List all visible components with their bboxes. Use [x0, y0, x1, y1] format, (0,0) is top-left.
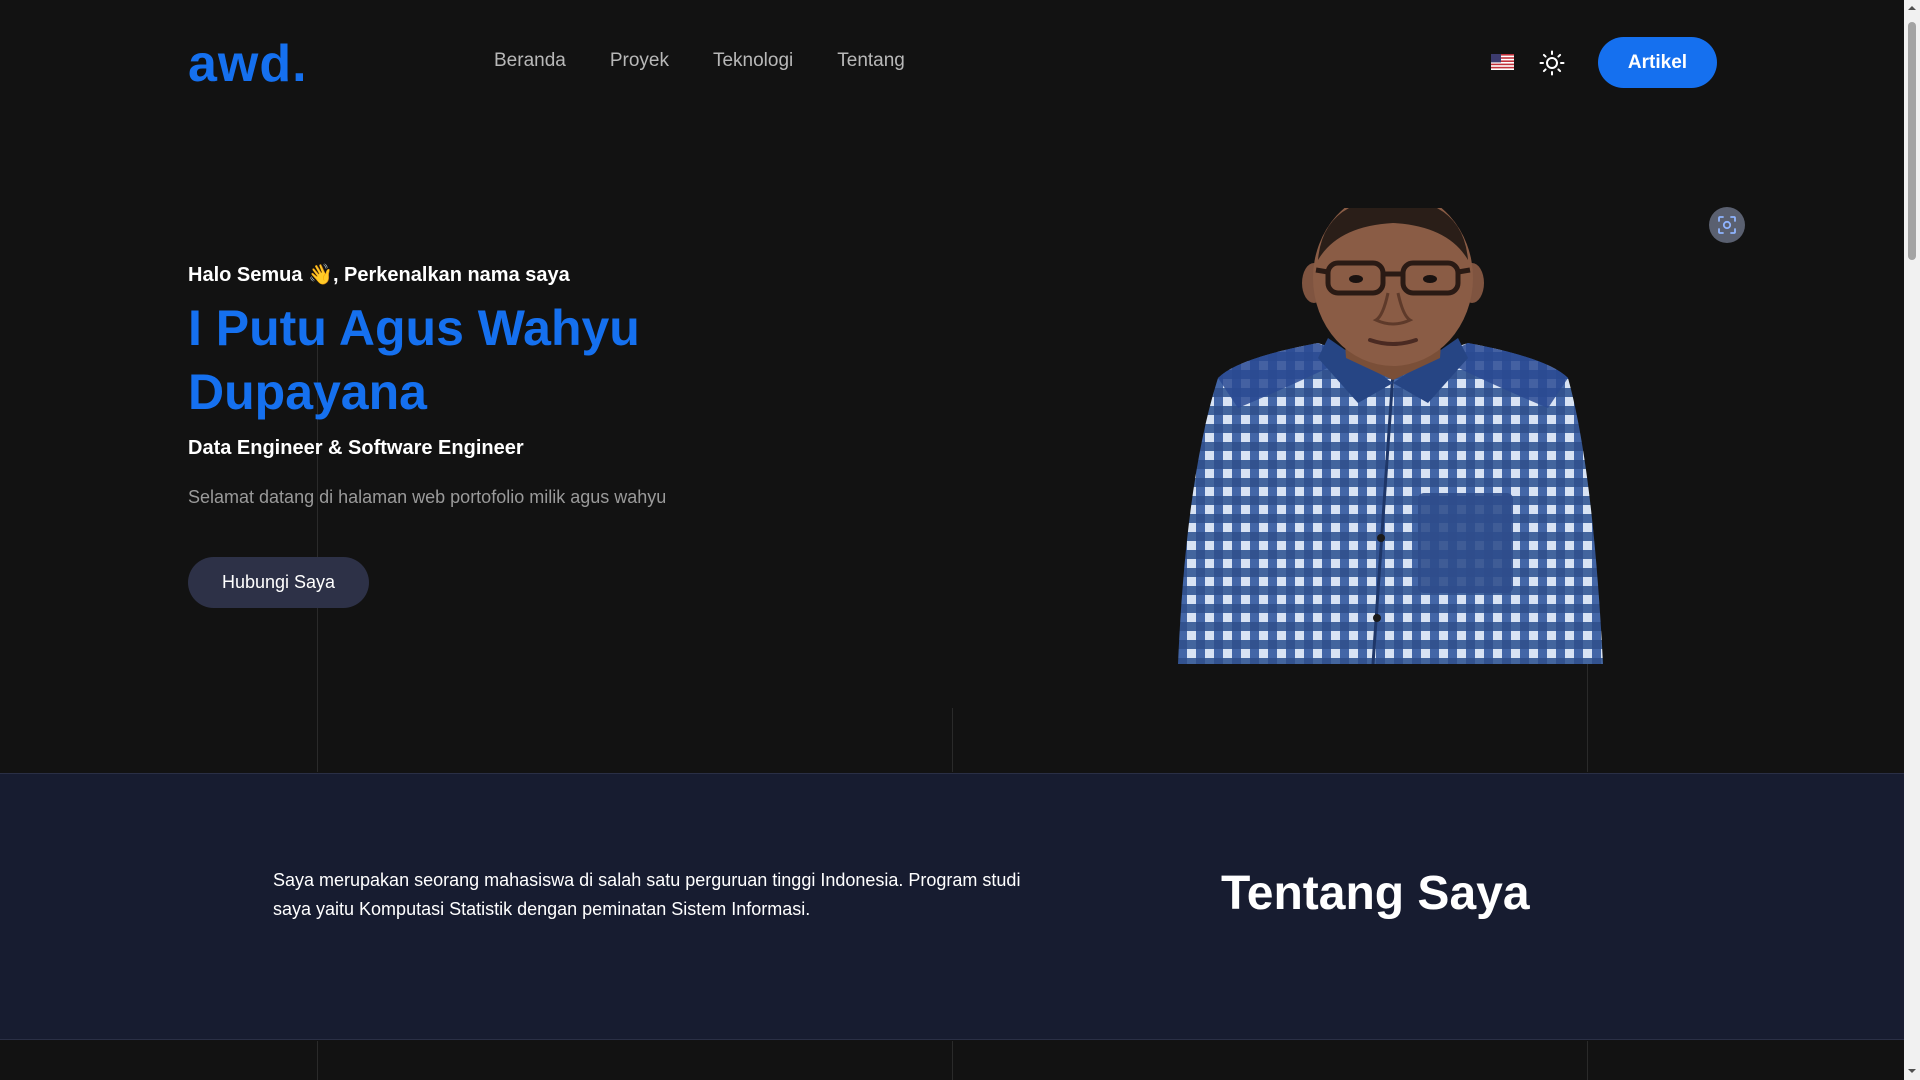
site-logo[interactable]: awd.: [188, 34, 308, 94]
grid-line: [952, 1041, 953, 1080]
grid-line: [952, 708, 953, 772]
page: awd. Beranda Proyek Teknologi Tentang Ar…: [0, 0, 1904, 1080]
sun-icon[interactable]: [1539, 50, 1565, 76]
about-text: Saya merupakan seorang mahasiswa di sala…: [273, 870, 1021, 919]
us-flag-icon[interactable]: [1491, 54, 1514, 70]
profile-photo: [1178, 208, 1603, 664]
nav-item-tentang[interactable]: Tentang: [837, 50, 905, 72]
hero-role: Data Engineer & Software Engineer: [188, 437, 524, 459]
contact-button[interactable]: Hubungi Saya: [188, 557, 369, 608]
scroll-thumb[interactable]: [1908, 22, 1916, 260]
site-header: awd. Beranda Proyek Teknologi Tentang Ar…: [0, 0, 1904, 124]
grid-line: [1587, 1041, 1588, 1080]
about-title: Tentang Saya: [1221, 867, 1530, 920]
artikel-button[interactable]: Artikel: [1598, 37, 1717, 88]
main-nav: Beranda Proyek Teknologi Tentang: [494, 50, 905, 72]
hero-welcome: Selamat datang di halaman web portofolio…: [188, 487, 667, 507]
nav-item-proyek[interactable]: Proyek: [610, 50, 669, 72]
nav-item-teknologi[interactable]: Teknologi: [713, 50, 793, 72]
hero-greeting: Halo Semua 👋, Perkenalkan nama saya: [188, 264, 570, 286]
grid-line: [1587, 660, 1588, 772]
scroll-up-icon[interactable]: [1907, 3, 1917, 13]
vertical-scrollbar[interactable]: [1904, 0, 1920, 1080]
nav-item-beranda[interactable]: Beranda: [494, 50, 566, 72]
hero-name: I Putu Agus Wahyu Dupayana: [188, 300, 640, 420]
about-section: Saya merupakan seorang mahasiswa di sala…: [0, 773, 1904, 1040]
grid-line: [317, 1041, 318, 1080]
scroll-down-icon[interactable]: [1907, 1066, 1917, 1076]
scan-icon[interactable]: [1709, 207, 1745, 243]
